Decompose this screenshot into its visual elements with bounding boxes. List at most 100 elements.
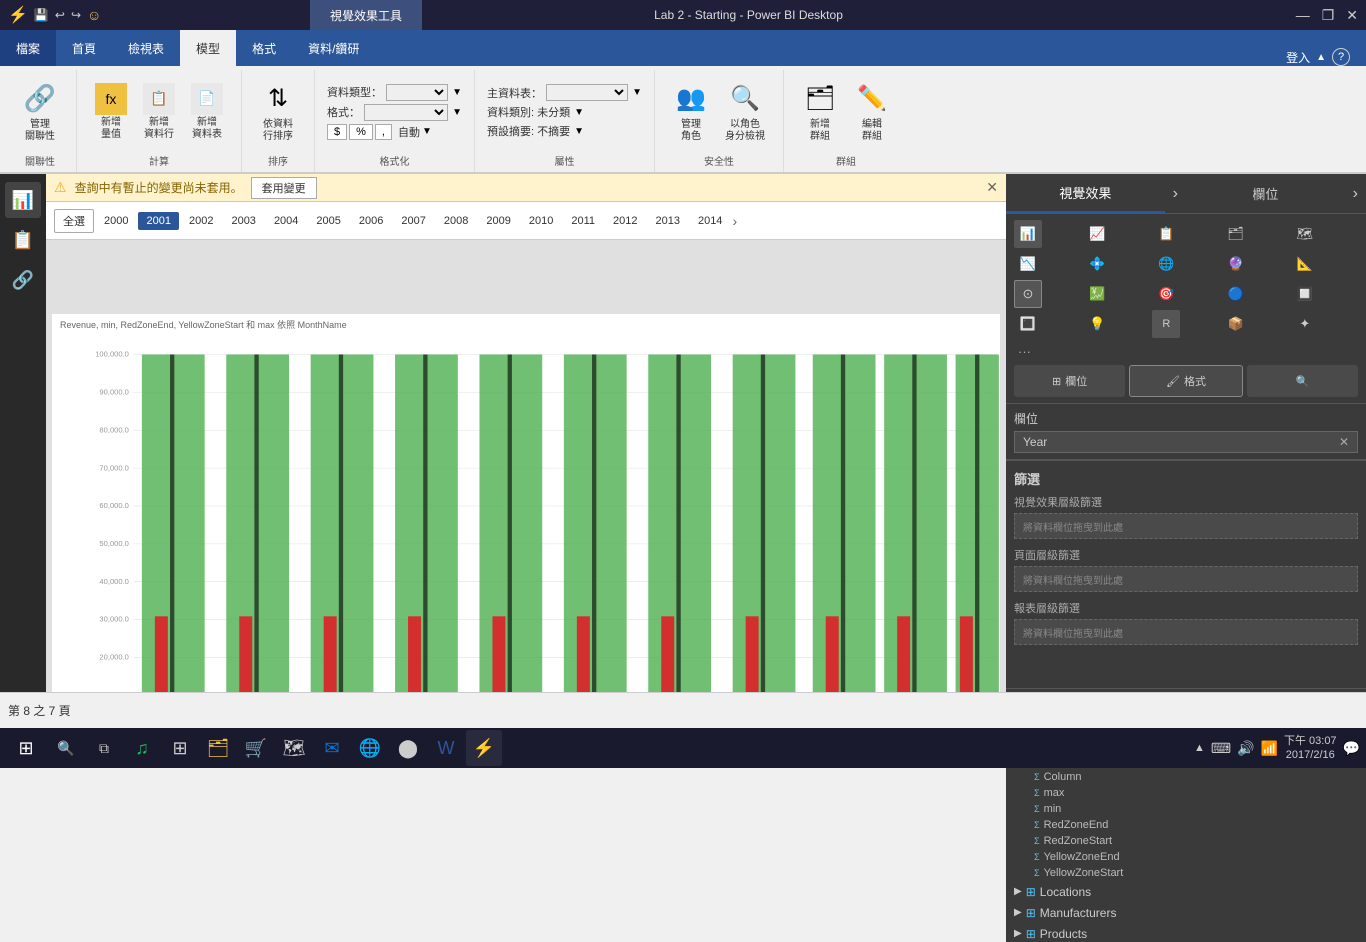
viz-map[interactable]: 🗺	[1291, 220, 1319, 248]
network-icon[interactable]: 📶	[1261, 740, 1278, 757]
maximize-btn[interactable]: ❐	[1322, 7, 1335, 24]
field-group-products-header[interactable]: ▶ ⊞ Products	[1006, 924, 1366, 942]
year-2011-btn[interactable]: 2011	[563, 212, 603, 230]
year-2003-btn[interactable]: 2003	[223, 212, 263, 230]
field-item-min[interactable]: Σ min	[1006, 801, 1366, 817]
keyboard-icon[interactable]: ⌨	[1211, 740, 1231, 757]
year-2014-btn[interactable]: 2014	[690, 212, 730, 230]
edit-group-btn[interactable]: ✏️ 編輯群組	[848, 77, 896, 147]
notification-btn[interactable]: 💬	[1343, 740, 1360, 757]
manage-roles-btn[interactable]: 👥 管理角色	[667, 77, 715, 147]
report-filter-drop[interactable]: 將資料欄位拖曳到此處	[1014, 619, 1358, 645]
start-button[interactable]: ⊞	[6, 730, 46, 766]
page-filter-drop[interactable]: 將資料欄位拖曳到此處	[1014, 566, 1358, 592]
field-item-max[interactable]: Σ max	[1006, 785, 1366, 801]
field-group-locations-header[interactable]: ▶ ⊞ Locations	[1006, 882, 1366, 902]
field-item-column[interactable]: Σ Column	[1006, 769, 1366, 785]
warning-close-btn[interactable]: ✕	[986, 179, 998, 196]
tab-data[interactable]: 資料/鑽研	[292, 30, 375, 66]
taskbar-powerbi[interactable]: ⚡	[466, 730, 502, 766]
close-btn[interactable]: ✕	[1346, 7, 1358, 24]
comma-btn[interactable]: ,	[375, 124, 392, 140]
year-next-btn[interactable]: ›	[732, 213, 737, 229]
fields-tab[interactable]: 欄位	[1186, 174, 1345, 213]
viz-kpi[interactable]: 💹	[1083, 280, 1111, 308]
manage-relations-btn[interactable]: 🔗 管理關聯性	[16, 77, 64, 147]
visualizations-tab[interactable]: 視覺效果	[1006, 174, 1165, 213]
taskbar-mail[interactable]: ✉	[314, 730, 350, 766]
tray-up-arrow[interactable]: ▲	[1194, 742, 1205, 754]
viz-more-btn[interactable]: ···	[1014, 342, 1358, 361]
sort-by-column-btn[interactable]: ⇅ 依資料行排序	[254, 77, 302, 147]
format-select[interactable]	[364, 104, 448, 121]
panel-expand-right[interactable]: ›	[1345, 174, 1366, 213]
percent-btn[interactable]: %	[349, 124, 373, 140]
taskbar-spotify[interactable]: ♫	[124, 730, 160, 766]
tab-model[interactable]: 模型	[180, 30, 236, 66]
slicer-clear-btn[interactable]: ✕	[1339, 435, 1349, 449]
viz-card[interactable]: 🎯	[1152, 280, 1180, 308]
taskbar-apps[interactable]: ⊞	[162, 730, 198, 766]
view-as-role-btn[interactable]: 🔍 以角色身分檢視	[719, 77, 771, 147]
year-2010-btn[interactable]: 2010	[521, 212, 561, 230]
undo-btn[interactable]: ↩	[55, 8, 65, 22]
viz-r-script[interactable]: R	[1152, 310, 1180, 338]
taskbar-chrome[interactable]: ⬤	[390, 730, 426, 766]
year-2007-btn[interactable]: 2007	[393, 212, 433, 230]
field-item-redzoneend[interactable]: Σ RedZoneEnd	[1006, 817, 1366, 833]
task-view-btn[interactable]: ⧉	[86, 730, 122, 766]
taskbar-edge[interactable]: 🌐	[352, 730, 388, 766]
year-2012-btn[interactable]: 2012	[605, 212, 645, 230]
year-2000-btn[interactable]: 2000	[96, 212, 136, 230]
clock[interactable]: 下午 03:07 2017/2/16	[1284, 734, 1337, 763]
field-item-redzonestart[interactable]: Σ RedZoneStart	[1006, 833, 1366, 849]
visual-filter-drop[interactable]: 將資料欄位拖曳到此處	[1014, 513, 1358, 539]
new-group-btn[interactable]: 🗂 新增群組	[796, 77, 844, 147]
apply-changes-btn[interactable]: 套用變更	[251, 177, 317, 199]
volume-icon[interactable]: 🔊	[1237, 740, 1254, 757]
viz-funnel[interactable]: 💡	[1083, 310, 1111, 338]
viz-gauge[interactable]: ⊙	[1014, 280, 1042, 308]
field-item-yellowzoneend[interactable]: Σ YellowZoneEnd	[1006, 849, 1366, 865]
search-btn[interactable]: 🔍	[48, 730, 84, 766]
year-field-tag[interactable]: Year ✕	[1014, 431, 1358, 453]
viz-area[interactable]: 💠	[1083, 250, 1111, 278]
viz-stacked-bar[interactable]: 📊	[1014, 220, 1042, 248]
add-table-btn[interactable]: 📄 新增資料表	[185, 79, 229, 145]
tab-home[interactable]: 首頁	[56, 30, 112, 66]
viz-multi-row-card[interactable]: 🔵	[1222, 280, 1250, 308]
viz-slicer[interactable]: 🔲	[1291, 280, 1319, 308]
tab-file[interactable]: 檔案	[0, 30, 56, 66]
field-item-yellowzonestart[interactable]: Σ YellowZoneStart	[1006, 865, 1366, 881]
chart-view-btn[interactable]: 📊	[5, 182, 41, 218]
data-type-select[interactable]	[386, 84, 448, 101]
viz-clustered-bar[interactable]: 📈	[1083, 220, 1111, 248]
viz-line[interactable]: 📉	[1014, 250, 1042, 278]
viz-table[interactable]: 🗂	[1222, 220, 1250, 248]
taskbar-store[interactable]: 🛒	[238, 730, 274, 766]
format-action-btn[interactable]: 🖌格式	[1129, 365, 1242, 397]
year-2001-btn[interactable]: 2001	[138, 212, 178, 230]
year-2006-btn[interactable]: 2006	[351, 212, 391, 230]
minimize-btn[interactable]: —	[1296, 7, 1310, 24]
tab-format[interactable]: 格式	[236, 30, 292, 66]
quick-save[interactable]: 💾	[34, 8, 49, 22]
panel-expand-left[interactable]: ›	[1165, 174, 1186, 213]
year-2009-btn[interactable]: 2009	[478, 212, 518, 230]
year-2004-btn[interactable]: 2004	[266, 212, 306, 230]
signin-area[interactable]: 登入 ▲ ?	[1286, 48, 1366, 66]
year-all-btn[interactable]: 全選	[54, 209, 94, 233]
year-2002-btn[interactable]: 2002	[181, 212, 221, 230]
field-group-manufacturers-header[interactable]: ▶ ⊞ Manufacturers	[1006, 903, 1366, 923]
viz-custom2[interactable]: ✦	[1291, 310, 1319, 338]
viz-100-bar[interactable]: 📋	[1152, 220, 1180, 248]
add-column-btn[interactable]: 📋 新增資料行	[137, 79, 181, 145]
add-measure-btn[interactable]: fx 新增量值	[89, 79, 133, 145]
dollar-btn[interactable]: $	[327, 124, 347, 140]
viz-scatter[interactable]: 📐	[1291, 250, 1319, 278]
tab-view[interactable]: 檢視表	[112, 30, 180, 66]
viz-waterfall[interactable]: 🔳	[1014, 310, 1042, 338]
viz-donut[interactable]: 🔮	[1222, 250, 1250, 278]
year-2008-btn[interactable]: 2008	[436, 212, 476, 230]
table-view-btn[interactable]: 📋	[5, 222, 41, 258]
